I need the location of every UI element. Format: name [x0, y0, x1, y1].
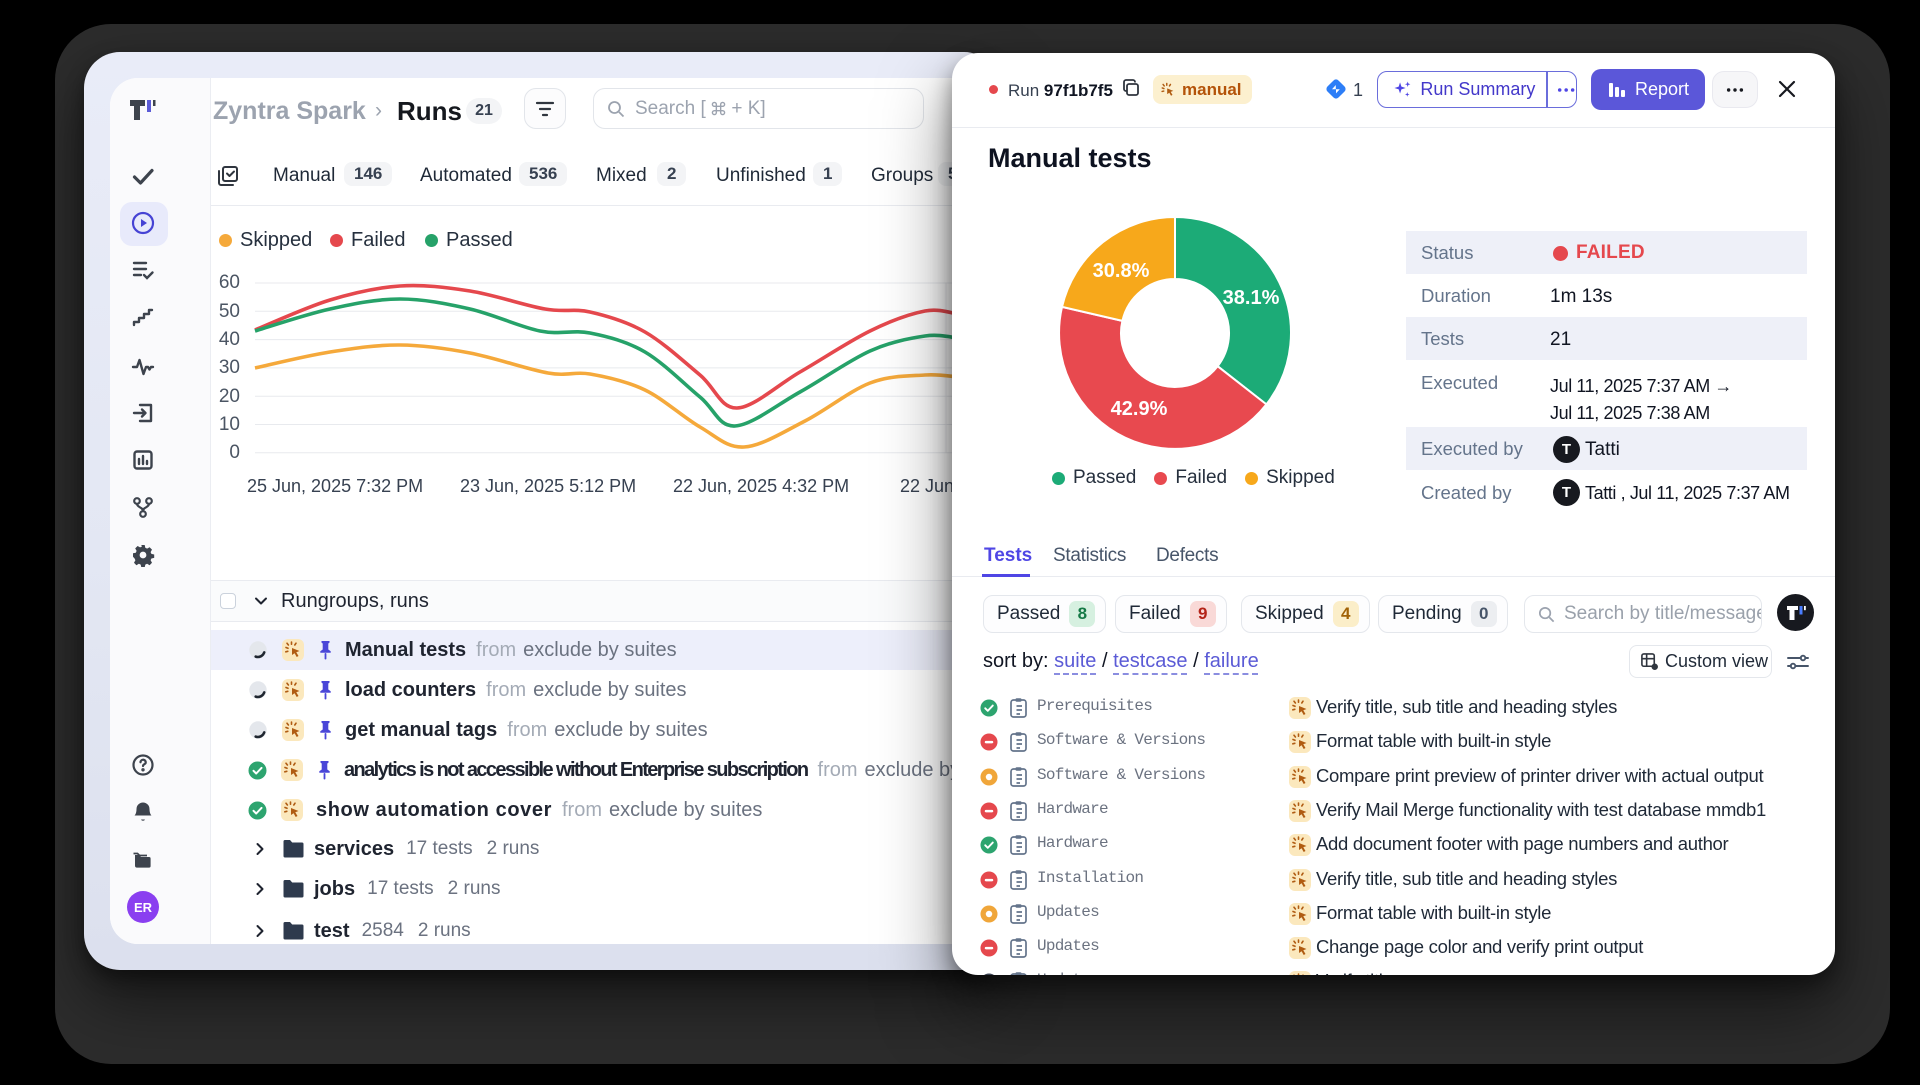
svg-text:30.8%: 30.8% [1093, 260, 1150, 282]
svg-text:42.9%: 42.9% [1111, 398, 1168, 420]
svg-text:38.1%: 38.1% [1223, 287, 1280, 309]
